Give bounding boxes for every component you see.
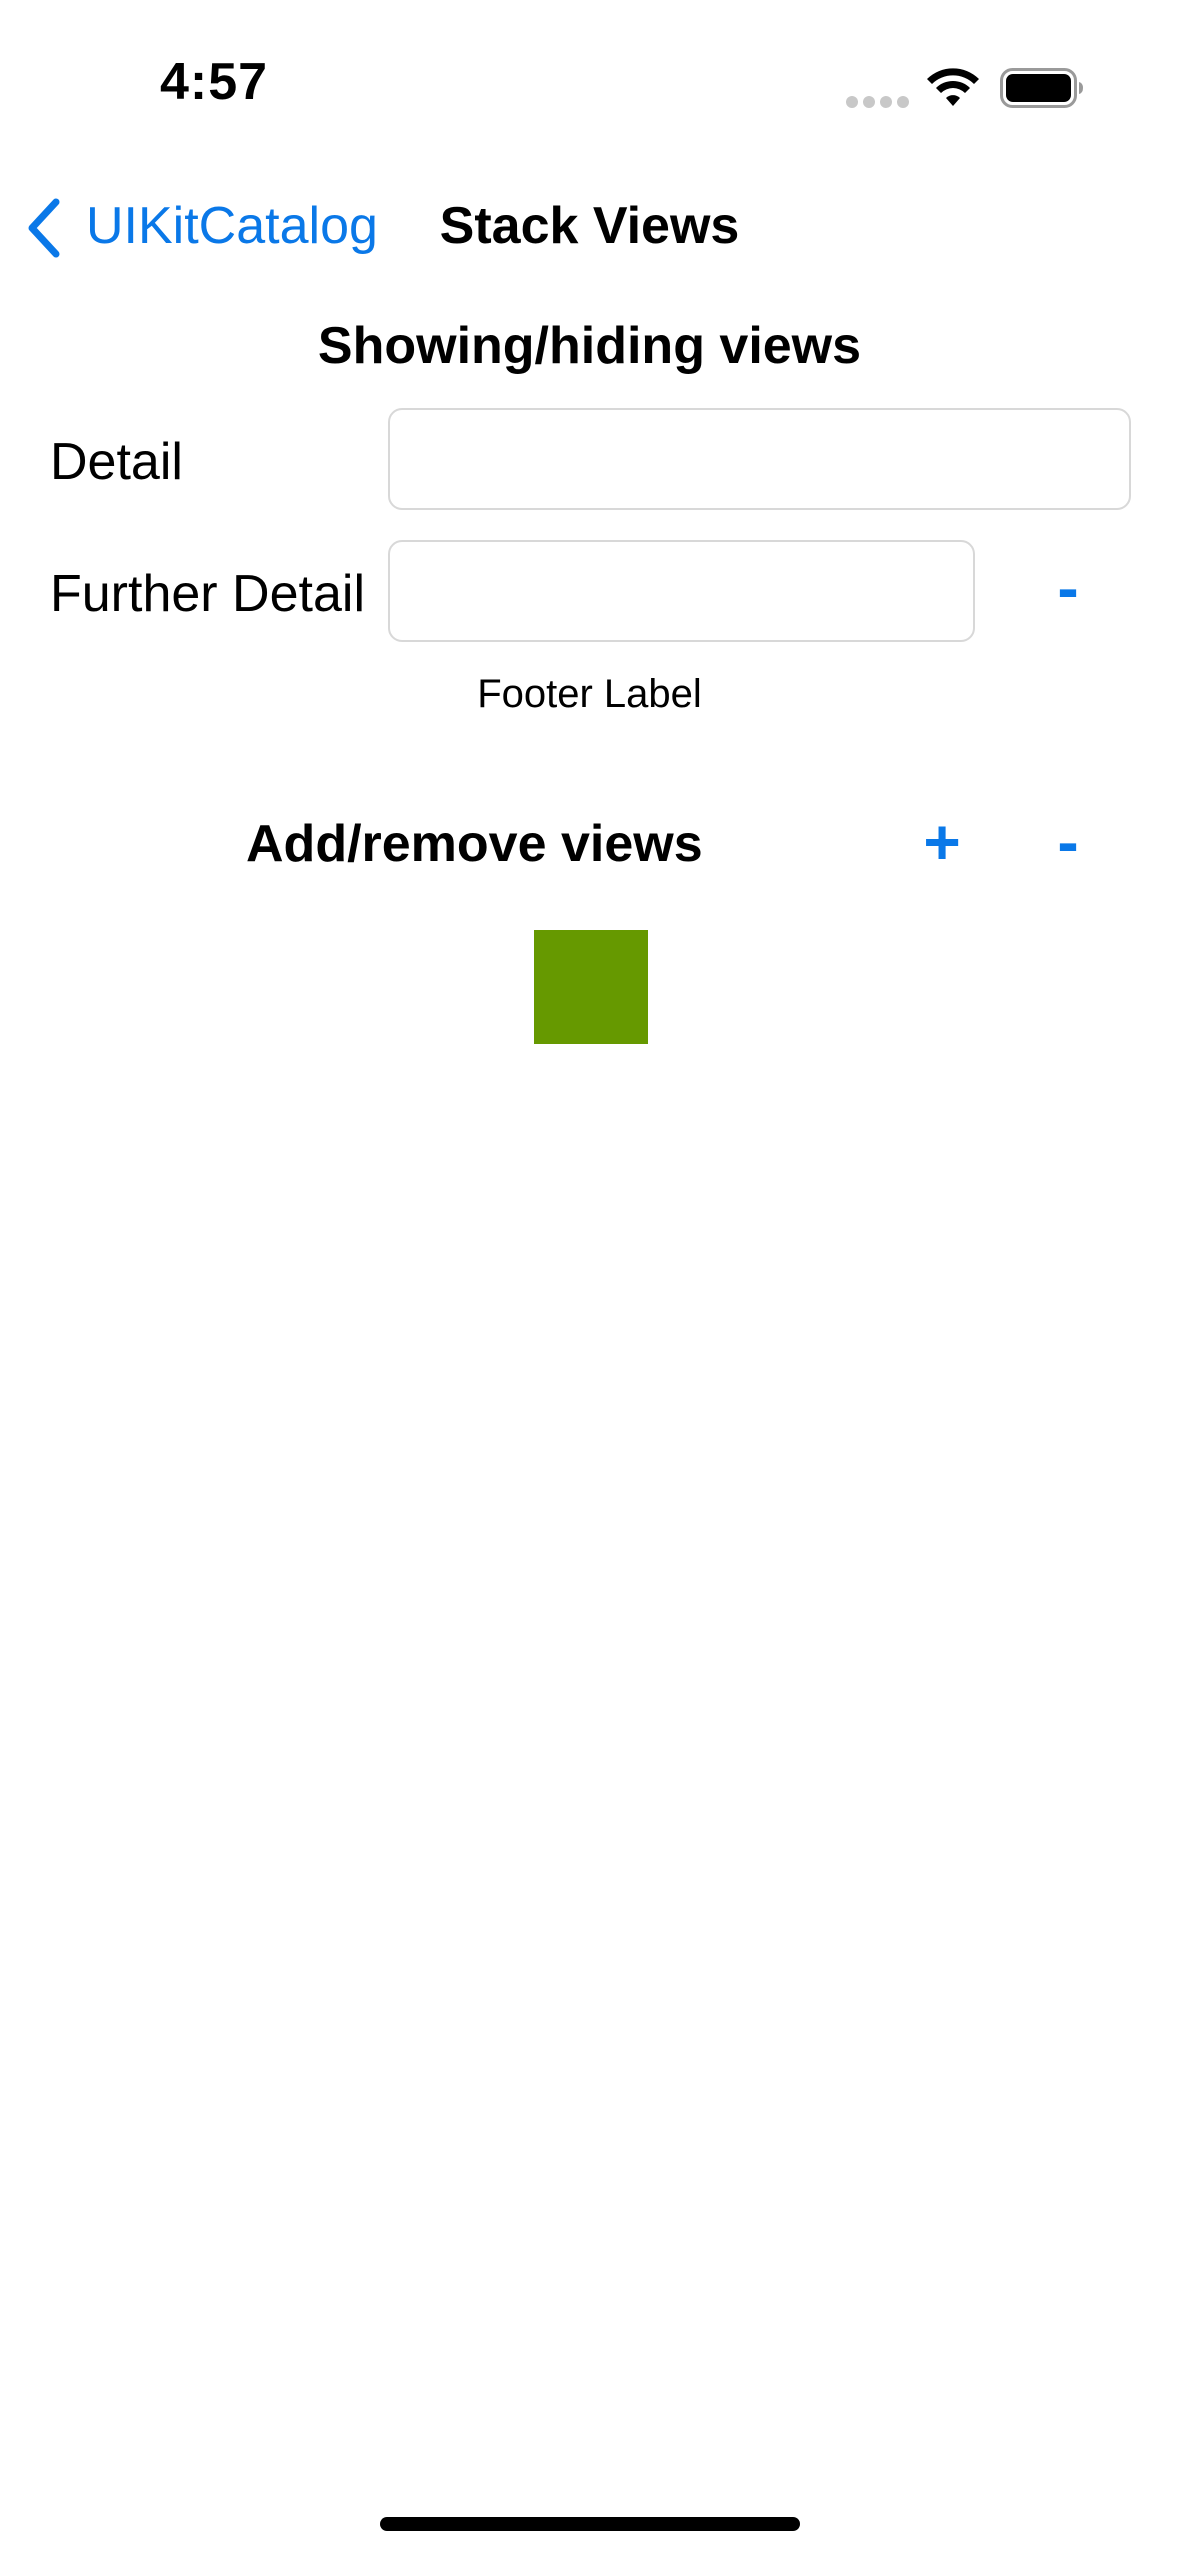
status-time: 4:57 (160, 53, 269, 111)
further-detail-field[interactable] (388, 540, 975, 642)
page-title: Stack Views (0, 196, 1179, 256)
footer-label: Footer Label (477, 672, 702, 716)
section-title-add-remove: Add/remove views (246, 815, 703, 873)
cellular-signal-icon (846, 96, 909, 108)
page-title-text: Stack Views (439, 197, 740, 255)
further-detail-label: Further Detail (50, 565, 365, 623)
home-indicator[interactable] (380, 2517, 800, 2531)
wifi-icon (927, 68, 979, 106)
hide-detail-button[interactable]: - (1028, 548, 1108, 628)
section-title-show-hide: Showing/hiding views (317, 317, 862, 375)
add-view-button[interactable]: + (902, 802, 982, 882)
remove-view-button[interactable]: - (1028, 802, 1108, 882)
added-view-square (534, 930, 648, 1044)
battery-icon (1000, 68, 1083, 108)
detail-field[interactable] (388, 408, 1131, 510)
detail-label: Detail (50, 433, 183, 491)
